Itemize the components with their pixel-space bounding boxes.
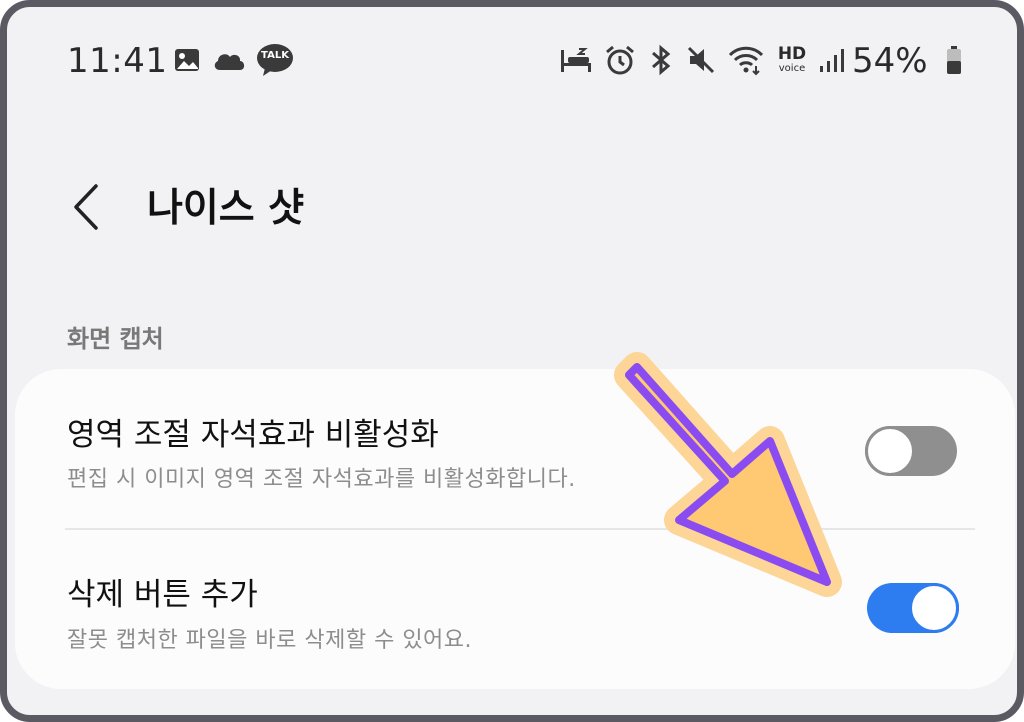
phone-screen: 11:41 TALK HD voice 54% 나이스 샷 화면 캡처 영역 조… [0, 0, 1024, 722]
divider [65, 528, 975, 530]
back-button[interactable] [65, 177, 105, 237]
section-header: 화면 캡처 [67, 325, 164, 353]
battery-icon [943, 43, 965, 77]
bed-icon [559, 43, 593, 77]
bluetooth-icon [647, 43, 675, 77]
toggle-knob [909, 583, 959, 633]
hd-label: HD [777, 43, 807, 64]
page-title: 나이스 샷 [147, 186, 305, 231]
toggle-knob [865, 426, 915, 476]
hd-voice-icon: HD voice [773, 43, 811, 77]
setting-row-magnet[interactable]: 영역 조절 자석효과 비활성화 편집 시 이미지 영역 조절 자석효과를 비활성… [15, 369, 1015, 527]
image-icon [172, 43, 202, 77]
delete-button-toggle[interactable] [867, 583, 959, 633]
settings-card: 영역 조절 자석효과 비활성화 편집 시 이미지 영역 조절 자석효과를 비활성… [15, 369, 1015, 689]
status-bar: 11:41 TALK HD voice 54% [7, 7, 1017, 102]
setting-description: 잘못 캡처한 파일을 바로 삭제할 수 있어요. [67, 628, 473, 653]
chevron-left-icon [74, 184, 98, 230]
kakaotalk-label: TALK [261, 50, 289, 61]
setting-title: 삭제 버튼 추가 [67, 577, 258, 613]
mute-icon [685, 43, 717, 77]
alarm-icon [604, 43, 636, 77]
voice-label: voice [778, 62, 806, 74]
setting-description: 편집 시 이미지 영역 조절 자석효과를 비활성화합니다. [67, 467, 576, 492]
kakaotalk-icon: TALK [255, 43, 295, 77]
signal-icon [817, 43, 847, 77]
magnet-toggle[interactable] [865, 426, 957, 476]
battery-percent: 54% [852, 41, 928, 81]
cloud-icon [211, 43, 247, 77]
setting-title: 영역 조절 자석효과 비활성화 [67, 417, 439, 453]
wifi-icon [727, 43, 765, 77]
setting-row-delete-button[interactable]: 삭제 버튼 추가 잘못 캡처한 파일을 바로 삭제할 수 있어요. [15, 531, 1015, 689]
status-time: 11:41 [67, 41, 168, 81]
